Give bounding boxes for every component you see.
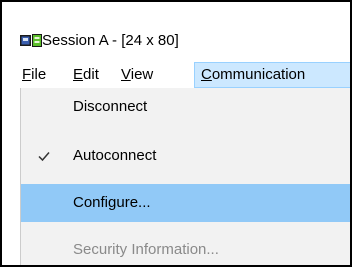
communication-dropdown-menu: Disconnect Autoconnect Configure... Secu… [20, 88, 350, 265]
menu-view-mnemonic: V [121, 66, 131, 83]
menu-view-label: iew [130, 66, 154, 83]
menu-file-label: ile [31, 66, 47, 83]
menu-bar: File Edit View Communication [2, 62, 350, 88]
menu-communication[interactable]: Communication [194, 62, 350, 88]
menu-item-autoconnect[interactable]: Autoconnect [21, 137, 350, 175]
menu-edit-label: dit [83, 66, 99, 83]
checkmark-icon [38, 152, 50, 162]
app-window: Session A - [24 x 80] File Edit View Com… [0, 0, 352, 267]
menu-edit-mnemonic: E [73, 66, 84, 83]
menu-item-autoconnect-label: Autoconnect [73, 147, 157, 164]
menu-edit[interactable]: Edit [73, 62, 99, 88]
menu-item-security-information-label: Security Information... [73, 241, 219, 258]
window-title: Session A - [24 x 80] [42, 32, 179, 49]
menu-item-configure-label: Configure... [73, 194, 151, 211]
menu-file[interactable]: File [22, 62, 46, 88]
menu-communication-label: ommunication [211, 66, 306, 83]
menu-file-mnemonic: F [22, 66, 32, 83]
menu-item-security-information: Security Information... [21, 231, 350, 265]
menu-item-configure[interactable]: Configure... [21, 184, 350, 222]
emulator-app-icon [20, 34, 42, 47]
title-bar: Session A - [24 x 80] [2, 2, 350, 49]
menu-item-disconnect-label: Disconnect [73, 98, 148, 115]
menu-view[interactable]: View [121, 62, 153, 88]
menu-item-disconnect[interactable]: Disconnect [21, 88, 350, 126]
menu-communication-mnemonic: C [201, 66, 212, 83]
